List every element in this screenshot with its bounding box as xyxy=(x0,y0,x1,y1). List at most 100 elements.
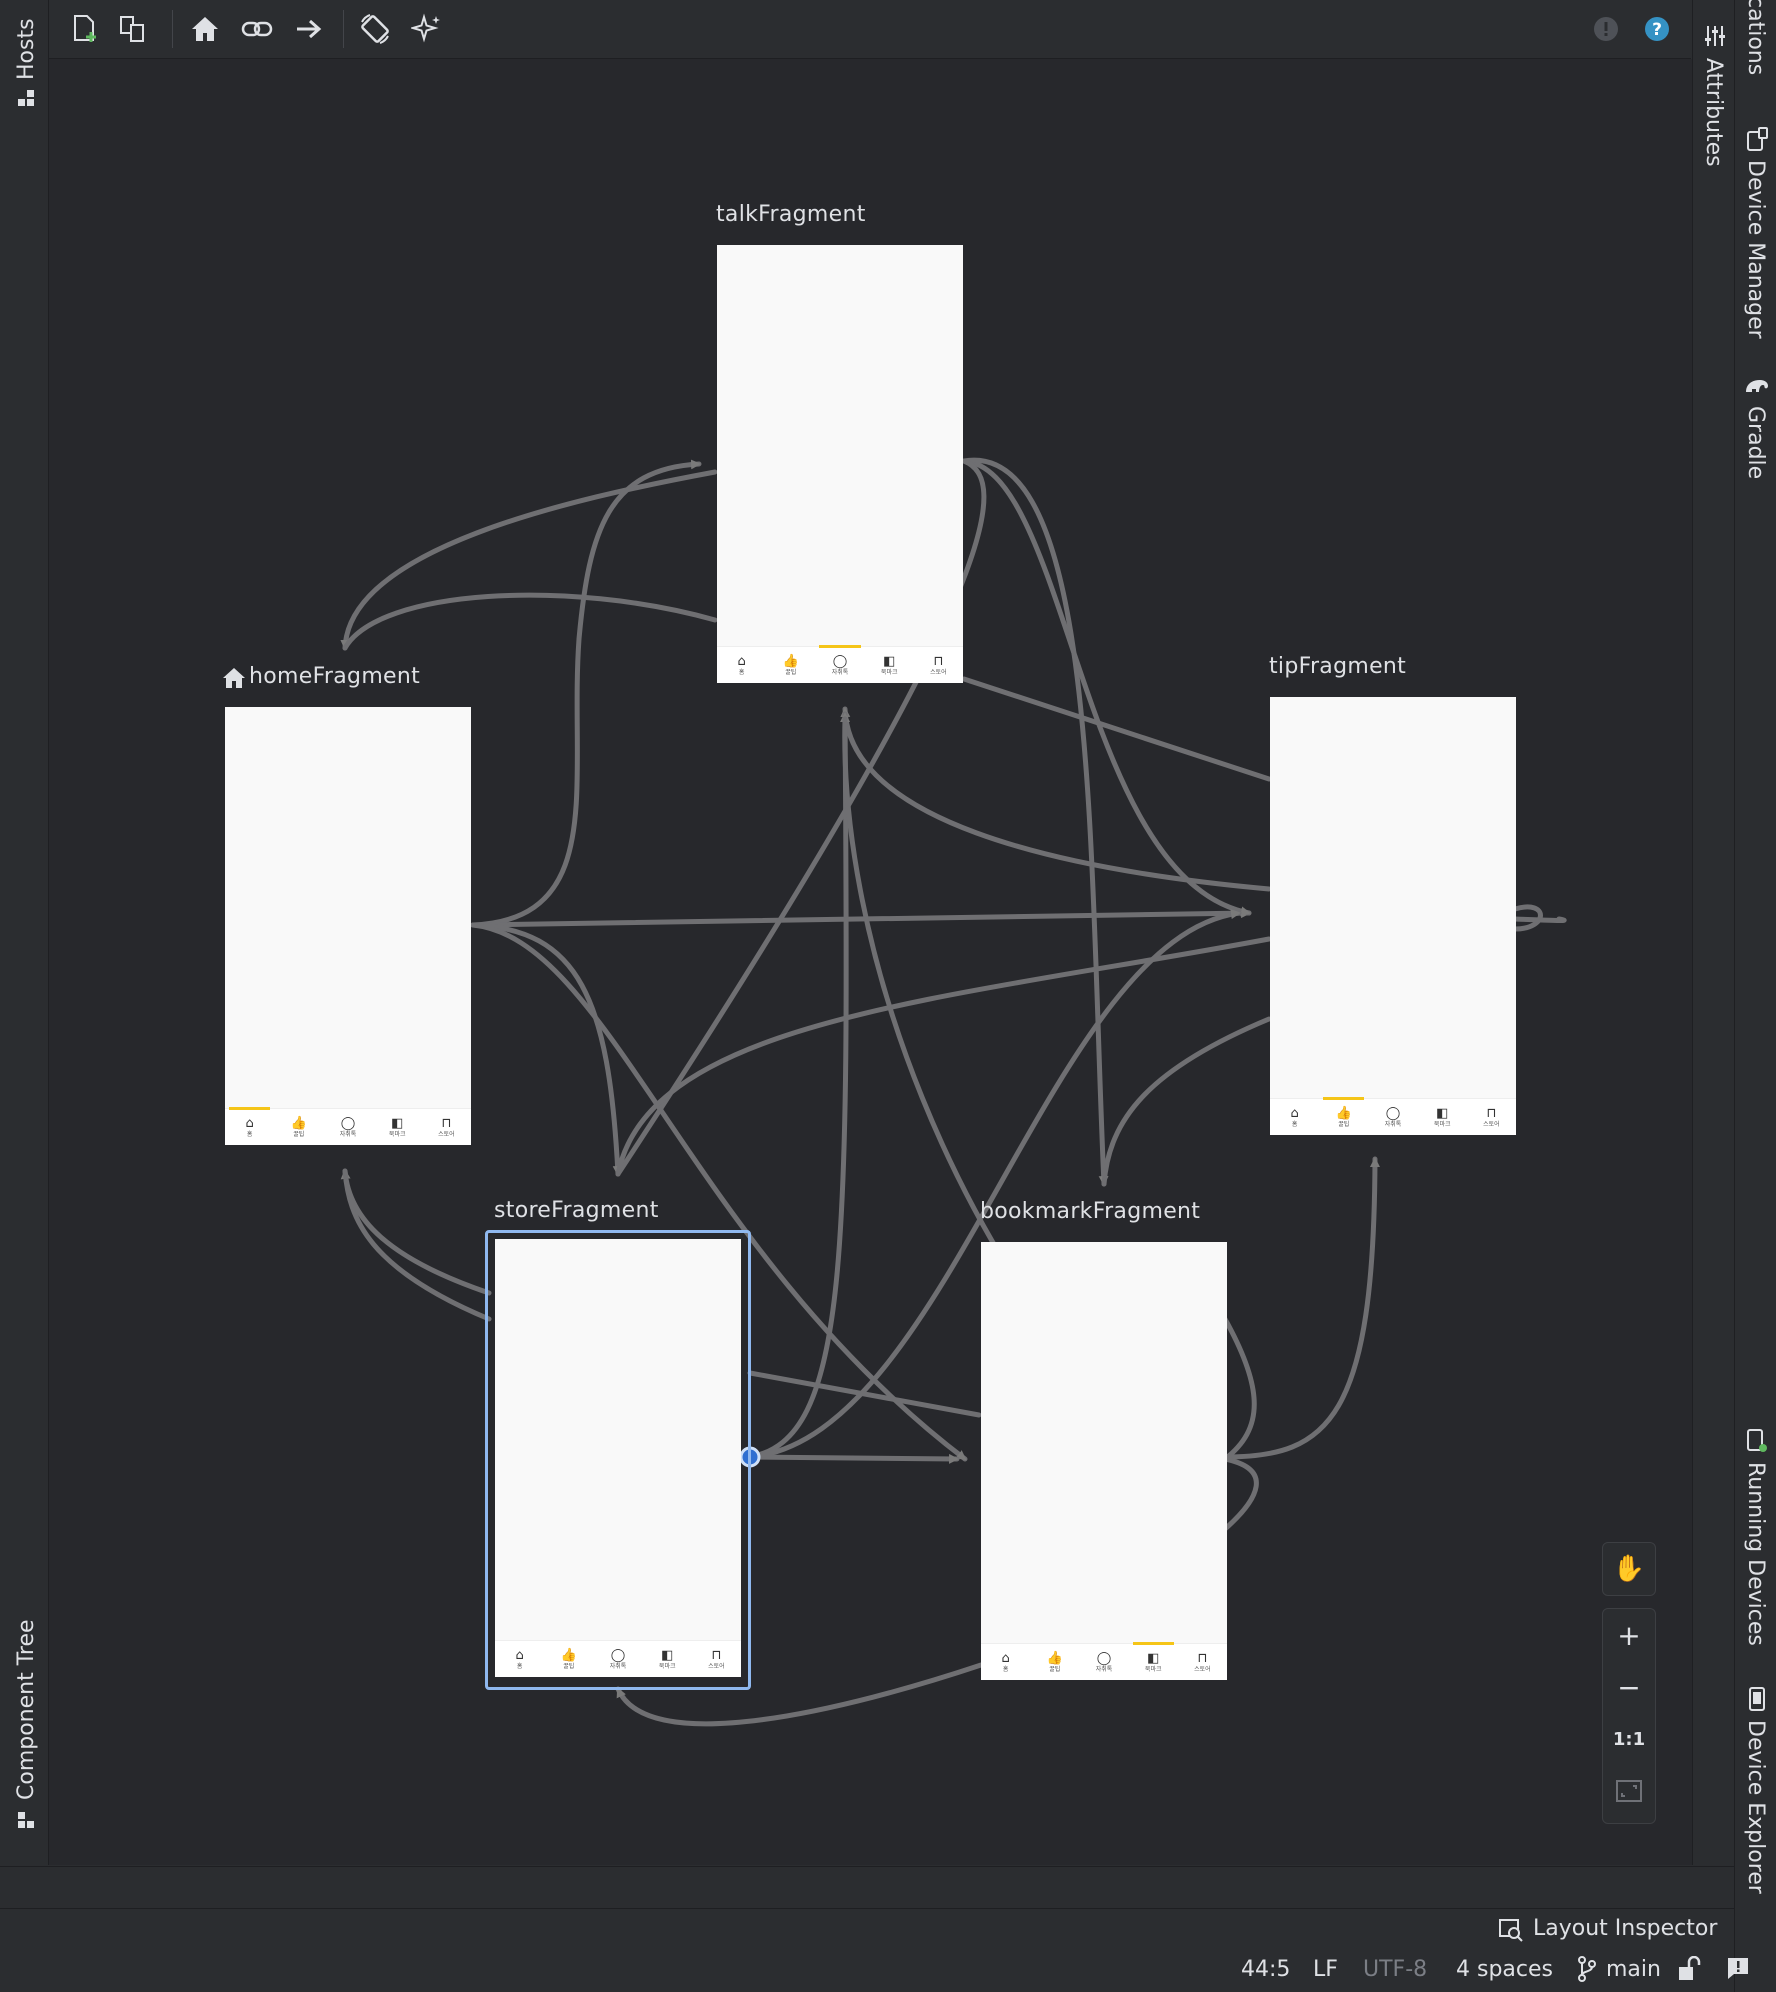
bottom-nav-label: 꿀팁 xyxy=(293,1130,305,1138)
device-explorer-tab[interactable]: Device Explorer xyxy=(1743,1720,1768,1894)
destination-talk[interactable]: ⌂ 홈 👍 꿀팁 ◯ 자취톡 ◧ 북마크 ⊓ 스토어 xyxy=(717,245,963,683)
bottom-nav-label: 홈 xyxy=(516,1662,523,1670)
toolbar-separator xyxy=(172,10,173,48)
attributes-tab[interactable]: Attributes xyxy=(1701,58,1726,167)
indent-setting[interactable]: 4 spaces xyxy=(1456,1957,1553,1982)
hosts-tab[interactable]: Hosts xyxy=(14,18,39,80)
bottom-nav-item: 👍 꿀팁 xyxy=(766,647,815,683)
bottom-nav-item: ◯ 자취톡 xyxy=(1079,1644,1128,1680)
shopping-bag-icon: ⊓ xyxy=(933,653,944,669)
actual-size-button[interactable]: 1:1 xyxy=(1603,1713,1655,1765)
bottom-tool-strip xyxy=(0,1866,1734,1909)
bottom-nav-label: 스토어 xyxy=(930,668,947,676)
svg-text:?: ? xyxy=(1652,20,1662,40)
chat-bubble-icon: ◯ xyxy=(340,1115,356,1131)
chat-bubble-icon: ◯ xyxy=(1096,1650,1112,1666)
git-branch[interactable]: main xyxy=(1606,1957,1661,1982)
shopping-bag-icon: ⊓ xyxy=(711,1647,722,1663)
line-ending[interactable]: LF xyxy=(1313,1957,1338,1982)
component-tree-tab[interactable]: Component Tree xyxy=(14,1619,39,1800)
action-edge xyxy=(747,711,851,1460)
thumbs-up-icon: 👍 xyxy=(1046,1650,1063,1666)
action-edge xyxy=(1101,1016,1272,1187)
bottom-nav-item: ⌂ 홈 xyxy=(1270,1099,1319,1135)
device-manager-tab[interactable]: Device Manager xyxy=(1743,160,1768,339)
chat-bubble-icon: ◯ xyxy=(1385,1105,1401,1121)
hosts-icon xyxy=(18,90,36,108)
action-edge xyxy=(342,592,718,651)
action-edge xyxy=(747,1370,982,1418)
bottom-nav-label: 북마크 xyxy=(388,1130,406,1138)
cursor-position[interactable]: 44:5 xyxy=(1241,1957,1290,1982)
lock-icon[interactable] xyxy=(1677,1955,1701,1986)
fit-screen-icon[interactable] xyxy=(1603,1765,1655,1817)
destination-home[interactable]: ⌂ 홈 👍 꿀팁 ◯ 자취톡 ◧ 북마크 ⊓ 스토어 xyxy=(225,707,471,1145)
bottom-nav-label: 스토어 xyxy=(1194,1665,1211,1673)
action-edge xyxy=(340,469,718,651)
destination-store[interactable]: ⌂ 홈 👍 꿀팁 ◯ 자취톡 ◧ 북마크 ⊓ 스토어 xyxy=(495,1239,741,1677)
bottom-nav-item: ⊓ 스토어 xyxy=(914,647,963,683)
pan-hand-icon[interactable]: ✋ xyxy=(1602,1542,1656,1596)
selected-indicator xyxy=(819,645,861,648)
file-encoding[interactable]: UTF-8 xyxy=(1363,1957,1427,1982)
gradle-tab[interactable]: Gradle xyxy=(1743,406,1768,479)
thumbs-up-icon: 👍 xyxy=(782,653,799,669)
deep-link-icon[interactable] xyxy=(237,9,277,49)
warning-icon[interactable] xyxy=(1586,9,1626,49)
bottom-nav-item: ⊓ 스토어 xyxy=(1178,1644,1227,1680)
bottom-nav-label: 스토어 xyxy=(708,1662,725,1670)
navigation-graph-canvas[interactable]: talkFragment ⌂ 홈 👍 꿀팁 ◯ 자취톡 ◧ 북마크 ⊓ 스토어 homeFragm… xyxy=(49,59,1692,1865)
bottom-nav-label: 자취톡 xyxy=(609,1662,627,1670)
running-devices-icon xyxy=(1745,1428,1769,1458)
bottom-nav-item: 👍 꿀팁 xyxy=(274,1109,323,1145)
bottom-nav-item: ⌂ 홈 xyxy=(717,647,766,683)
bottom-nav-label: 자취톡 xyxy=(1095,1665,1113,1673)
gradle-icon xyxy=(1743,374,1771,400)
zoom-in-button[interactable]: + xyxy=(1603,1609,1655,1661)
start-destination-icon xyxy=(222,667,246,693)
bottom-nav-item: ◯ 자취톡 xyxy=(323,1109,372,1145)
chat-bubble-icon: ◯ xyxy=(832,653,848,669)
magic-icon[interactable] xyxy=(407,9,447,49)
notifications-icon[interactable] xyxy=(1726,1956,1750,1984)
action-edge xyxy=(470,459,702,928)
book-icon: ◧ xyxy=(1147,1650,1160,1666)
chat-bubble-icon: ◯ xyxy=(610,1647,626,1663)
help-icon[interactable]: ? xyxy=(1637,9,1677,49)
bottom-nav-label: 꿀팁 xyxy=(1049,1665,1061,1673)
layout-inspector-tab[interactable]: Layout Inspector xyxy=(1533,1916,1717,1941)
thumbs-up-icon: 👍 xyxy=(1335,1105,1352,1121)
auto-arrange-icon[interactable] xyxy=(355,9,395,49)
bottom-navigation: ⌂ 홈 👍 꿀팁 ◯ 자취톡 ◧ 북마크 ⊓ 스토어 xyxy=(717,645,963,683)
bottom-nav-item: ◯ 자취톡 xyxy=(1368,1099,1417,1135)
running-devices-tab[interactable]: Running Devices xyxy=(1743,1462,1768,1646)
destination-label: storeFragment xyxy=(494,1198,659,1223)
nested-graph-icon[interactable] xyxy=(113,9,153,49)
new-destination-icon[interactable] xyxy=(65,9,105,49)
layout-inspector-icon xyxy=(1498,1917,1524,1947)
bottom-nav-label: 자취톡 xyxy=(831,668,849,676)
home-icon[interactable] xyxy=(185,9,225,49)
git-branch-icon xyxy=(1576,1955,1598,1987)
notifications-tab[interactable]: cations xyxy=(1743,0,1768,75)
zoom-out-button[interactable]: − xyxy=(1603,1661,1655,1713)
book-icon: ◧ xyxy=(661,1647,674,1663)
bottom-nav-item: 👍 꿀팁 xyxy=(1319,1097,1368,1135)
bottom-nav-item: ◯ 자취톡 xyxy=(815,645,864,683)
device-manager-icon xyxy=(1745,126,1769,156)
thumbs-up-icon: 👍 xyxy=(290,1115,307,1131)
home-outline-icon: ⌂ xyxy=(1290,1105,1299,1121)
action-edge xyxy=(840,706,1272,892)
bottom-nav-label: 꿀팁 xyxy=(1338,1120,1350,1128)
bottom-nav-label: 자취톡 xyxy=(1384,1120,1402,1128)
toolbar-separator xyxy=(343,10,344,48)
destination-bookmark[interactable]: ⌂ 홈 👍 꿀팁 ◯ 자취톡 ◧ 북마크 ⊓ 스토어 xyxy=(981,1242,1227,1680)
destination-tip[interactable]: ⌂ 홈 👍 꿀팁 ◯ 자취톡 ◧ 북마크 ⊓ 스토어 xyxy=(1270,697,1516,1135)
right-tool-strip: cations Device Manager Gradle Running De… xyxy=(1734,0,1776,1992)
bottom-navigation: ⌂ 홈 👍 꿀팁 ◯ 자취톡 ◧ 북마크 ⊓ 스토어 xyxy=(495,1640,741,1677)
bottom-nav-label: 꿀팁 xyxy=(785,668,797,676)
bottom-nav-item: ◧ 북마크 xyxy=(643,1641,692,1677)
action-arrow-icon[interactable] xyxy=(289,9,329,49)
action-edge xyxy=(615,936,1272,1177)
bottom-nav-item: ◧ 북마크 xyxy=(1418,1099,1467,1135)
